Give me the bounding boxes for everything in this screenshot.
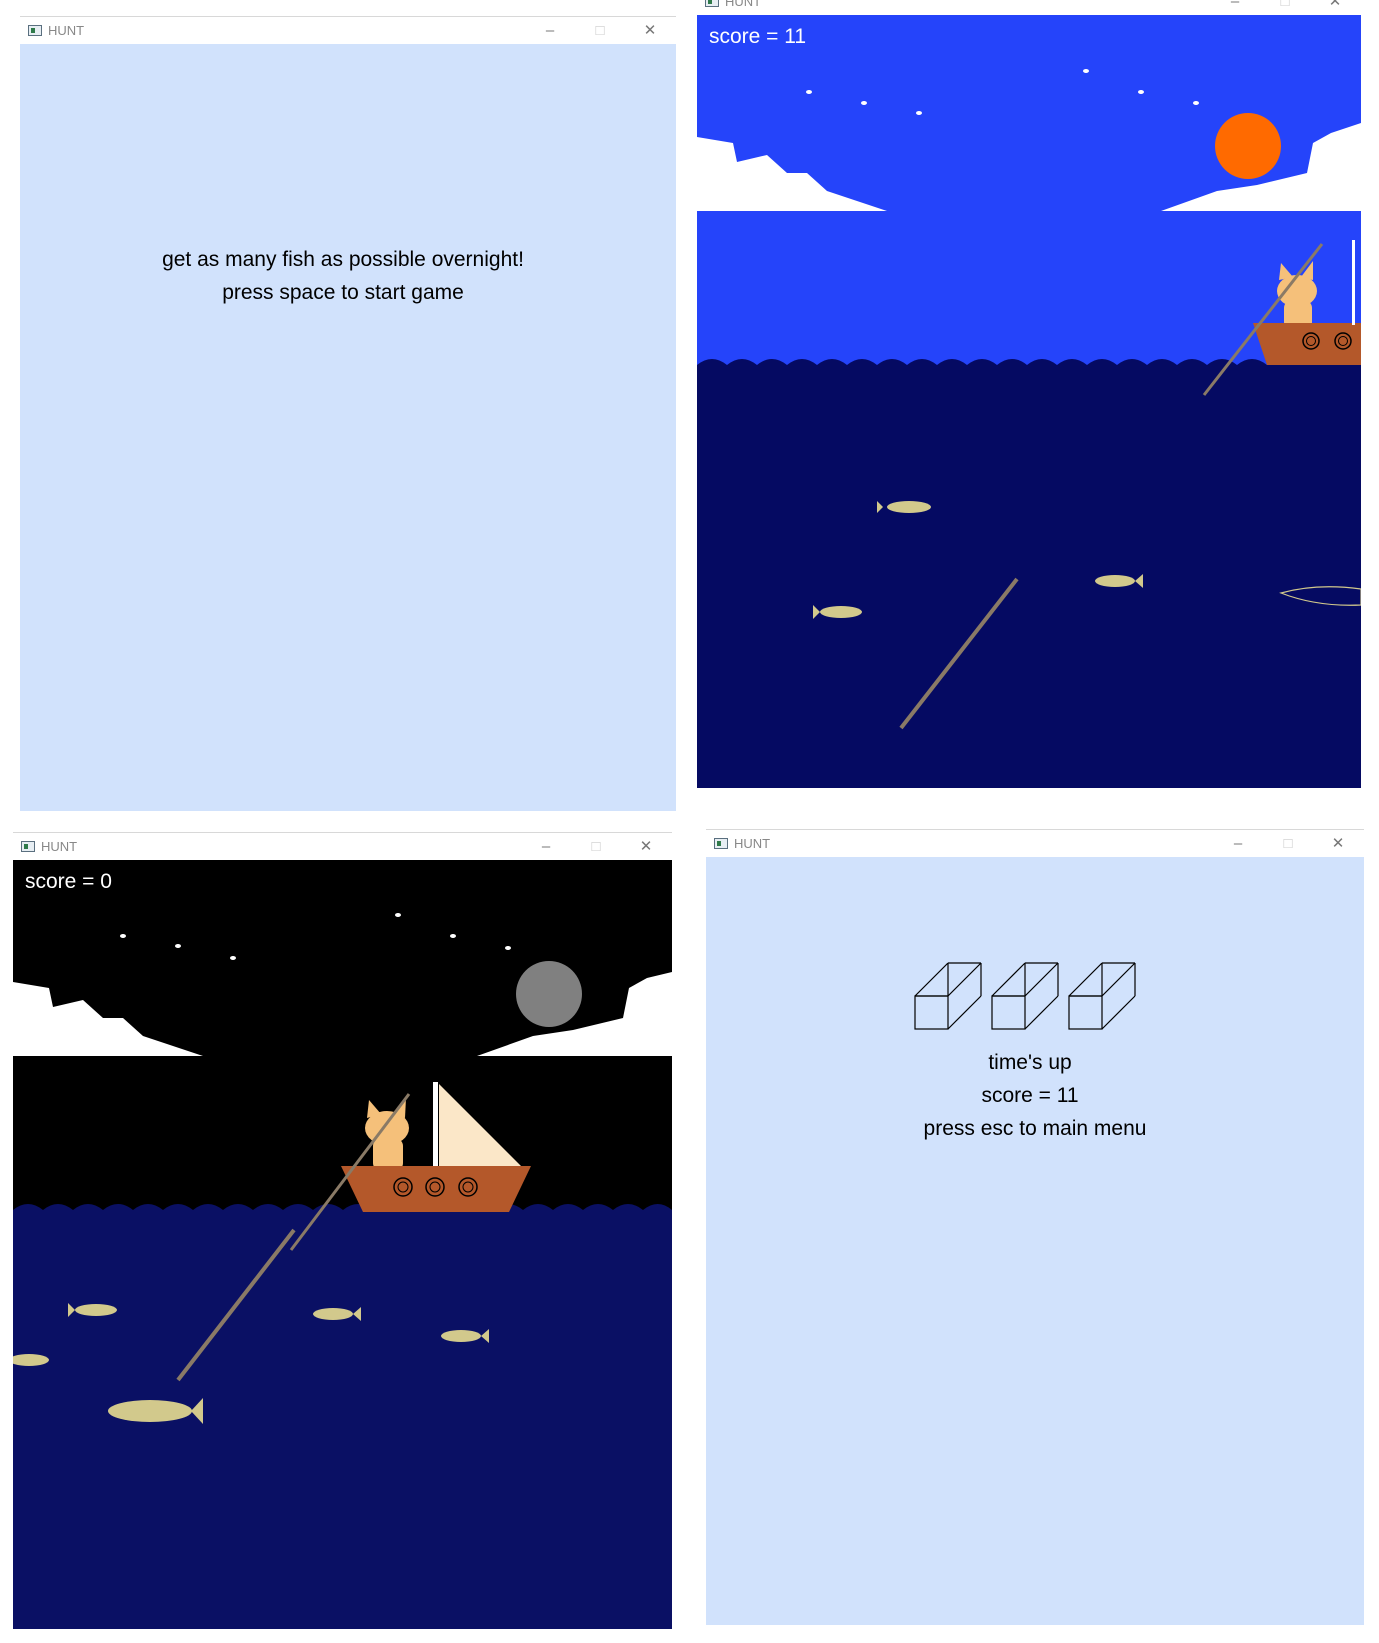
star [505,946,511,950]
app-icon [21,841,35,852]
cube-icon [991,962,1059,1030]
maximize-button[interactable]: □ [1269,0,1301,13]
cube-icon [1068,962,1136,1030]
day-scene [697,69,1361,788]
maximize-button[interactable]: □ [1272,833,1304,855]
final-score-text: score = 11 [981,1084,1079,1107]
maximize-button[interactable]: □ [580,836,612,858]
stars [806,69,1199,115]
score-display: score = 0 [25,870,112,893]
close-button[interactable]: ✕ [630,836,662,858]
maximize-button[interactable]: □ [584,20,616,42]
close-button[interactable]: ✕ [1322,833,1354,855]
instructions-line-1: get as many fish as possible overnight! [162,248,524,271]
end-canvas[interactable]: time's up score = 11 press esc to main m… [706,857,1364,1625]
end-window: HUNT – □ ✕ time's up score = 11 press es… [706,829,1364,1625]
star [861,101,867,105]
star [120,934,126,938]
app-icon [714,838,728,849]
stars [120,913,511,960]
sail [439,1084,521,1166]
close-button[interactable]: ✕ [1319,0,1351,13]
cat [365,1098,409,1171]
minimize-button[interactable]: – [534,20,566,42]
minimize-button[interactable]: – [530,836,562,858]
cloud-left [13,982,203,1056]
start-canvas[interactable]: get as many fish as possible overnight! … [20,44,676,811]
star [916,111,922,115]
star [806,90,812,94]
app-icon [705,0,719,7]
app-icon [28,25,42,36]
instructions-line-2: press space to start game [222,281,464,304]
times-up-text: time's up [988,1051,1072,1074]
window-title: HUNT [41,839,78,854]
star [230,956,236,960]
day-game-window: HUNT – □ ✕ score = 11 [697,0,1361,788]
return-hint-text: press esc to main menu [923,1117,1147,1140]
star [395,913,401,917]
score-display: score = 11 [709,25,807,48]
title-bar[interactable]: HUNT – □ ✕ [13,832,672,861]
window-title: HUNT [734,836,771,851]
close-button[interactable]: ✕ [634,20,666,42]
star [450,934,456,938]
star [1138,90,1144,94]
window-title: HUNT [48,23,85,38]
mast [433,1082,438,1172]
star [1083,69,1089,73]
mast [1352,240,1355,325]
start-window: HUNT – □ ✕ get as many fish as possible … [20,16,676,811]
water [697,359,1361,788]
title-bar[interactable]: HUNT – □ ✕ [706,829,1364,858]
boat-hull [341,1166,531,1212]
title-bar[interactable]: HUNT – □ ✕ [20,16,676,45]
night-scene [13,913,672,1629]
minimize-button[interactable]: – [1219,0,1251,13]
day-game-canvas[interactable]: score = 11 [697,15,1361,788]
night-game-canvas[interactable]: score = 0 [13,860,672,1629]
title-bar[interactable]: HUNT – □ ✕ [697,0,1361,16]
star [175,944,181,948]
cloud-left [697,137,887,211]
night-game-window: HUNT – □ ✕ score = 0 [13,832,672,1629]
window-title: HUNT [725,0,762,9]
sun [1215,113,1281,179]
cube-icon [914,962,982,1030]
minimize-button[interactable]: – [1222,833,1254,855]
moon [516,961,582,1027]
water [13,1204,672,1629]
star [1193,101,1199,105]
box-icons [914,962,1136,1030]
